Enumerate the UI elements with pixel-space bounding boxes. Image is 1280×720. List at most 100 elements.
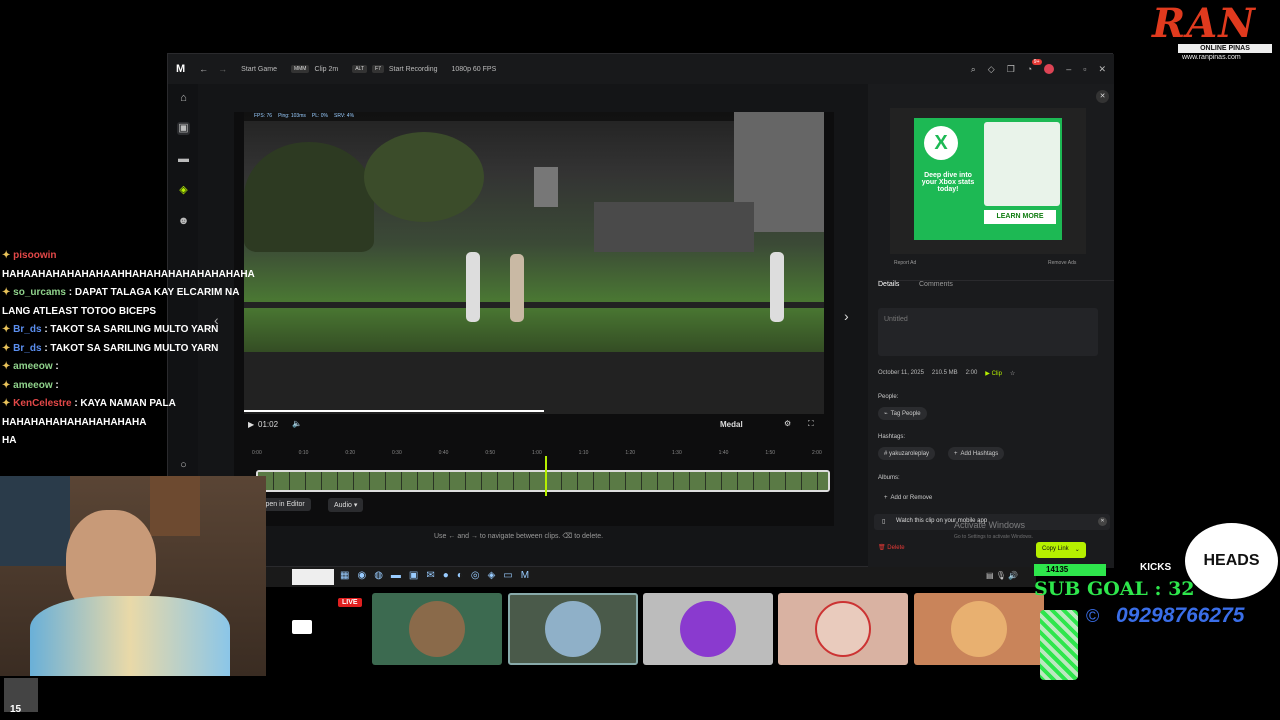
settings-icon[interactable]: ○ [177, 459, 190, 472]
chat-text: : DAPAT TALAGA KAY ELCARIM NA [68, 287, 240, 298]
clips-icon[interactable]: ▣ [177, 122, 190, 135]
add-hashtags-button[interactable]: + Add Hashtags [948, 447, 1005, 460]
clip-size: 210.5 MB [931, 370, 958, 376]
home-icon[interactable]: ⌂ [177, 92, 190, 105]
timeline-frame [354, 472, 370, 490]
start-game-button[interactable]: Start Game [241, 66, 277, 73]
thumbnail-avatar [951, 601, 1007, 657]
timeline-frame [450, 472, 466, 490]
volume-icon[interactable]: 🔈 [292, 419, 302, 428]
viewer-count: 15 [10, 704, 22, 715]
fullscreen-icon[interactable]: ⛶ [808, 419, 814, 429]
minimize-icon[interactable]: – [1066, 64, 1071, 74]
video-frame[interactable]: FPS: 76 Ping: 103ms PL: 0% SRV: 4% [244, 112, 824, 352]
timeline-frame [802, 472, 818, 490]
audio-button[interactable]: Audio ▾ [328, 498, 364, 512]
close-notice-icon[interactable]: ✕ [1098, 517, 1107, 526]
tab-comments[interactable]: Comments [919, 281, 953, 288]
ran-logo-url: www.ranpinas.com [1182, 54, 1241, 61]
timeline-frame [306, 472, 322, 490]
friends-icon[interactable]: ☻ [177, 215, 190, 228]
chat-badge-icon: ✦ [2, 361, 14, 372]
medal-brand: Medal [720, 420, 743, 429]
chat-message: LANG ATLEAST TOTOO BICEPS [2, 306, 156, 317]
gem-icon[interactable]: ◇ [988, 64, 995, 75]
thumbnail-2[interactable] [508, 593, 638, 665]
chat-text: : TAKOT SA SARILING MULTO YARN [44, 324, 219, 335]
terminal-icon[interactable]: ▭ [503, 570, 512, 581]
copy-link-button[interactable]: Copy Link ⌄ [1036, 542, 1086, 558]
ad-banner[interactable]: X Deep dive into your Xbox stats today! … [890, 108, 1086, 254]
people-label: People: [878, 394, 899, 400]
chat-message: HAHAAHAHAHAHAHAAHHAHAHAHAHAHAHAHAHA [2, 269, 255, 280]
playhead[interactable] [545, 456, 547, 496]
timeline-ticks: 0:00 0:10 0:20 0:30 0:40 0:50 1:00 1:10 1:20 1:30… [252, 450, 822, 458]
edge-icon[interactable]: ◍ [374, 570, 383, 581]
search-icon[interactable]: ⌕ [971, 64, 976, 75]
avatar[interactable] [1044, 64, 1055, 74]
browser-icon[interactable]: ◉ [357, 570, 366, 581]
notifications-icon[interactable]: ◔ 9+ [1027, 59, 1042, 74]
timeline-strip[interactable] [256, 470, 830, 492]
wall [594, 202, 754, 252]
thumbnail-avatar [680, 601, 736, 657]
steam-icon[interactable]: ◎ [471, 570, 480, 581]
notification-badge: 9+ [1031, 59, 1042, 65]
hud-ping: Ping: 103ms [278, 113, 306, 119]
timeline-frame [434, 472, 450, 490]
medal-taskbar-icon[interactable]: M [521, 570, 529, 581]
timeline-tick: 0:50 [485, 450, 496, 456]
title-field[interactable]: Untitled [878, 308, 1098, 356]
timeline[interactable]: 0:00 0:10 0:20 0:30 0:40 0:50 1:00 1:10 1:20 1:30… [244, 442, 830, 528]
add-remove-album-button[interactable]: + Add or Remove [878, 491, 938, 504]
clip-meta: October 11, 2025 210.5 MB 2:00 ▶ Clip ☆ [878, 370, 1015, 377]
chat-message: ✦ Br_ds : TAKOT SA SARILING MULTO YARN [2, 343, 218, 354]
forward-arrow-icon[interactable]: → [218, 64, 227, 74]
clip-button[interactable]: MMM Clip 2m [290, 65, 338, 73]
timeline-frame [386, 472, 402, 490]
close-ad-icon[interactable]: ✕ [1096, 90, 1109, 103]
explorer-icon[interactable]: ▬ [391, 570, 401, 581]
next-clip-icon[interactable]: › [844, 308, 849, 324]
library-icon[interactable]: ❐ [1007, 64, 1015, 75]
start-recording-button[interactable]: ALT F7 Start Recording [352, 65, 438, 73]
report-ad-link[interactable]: Report Ad [894, 260, 916, 266]
timeline-frame [562, 472, 578, 490]
learn-more-button[interactable]: LEARN MORE [984, 210, 1056, 224]
hud-fps: FPS: 76 [254, 113, 273, 119]
star-icon[interactable]: ☆ [1010, 370, 1015, 377]
task-view-icon[interactable]: ▦ [340, 570, 349, 581]
thumbnail-1[interactable] [372, 593, 502, 665]
store-icon[interactable]: ▣ [409, 570, 418, 581]
back-arrow-icon[interactable]: ← [199, 64, 208, 74]
chat-text: HA [2, 435, 17, 446]
tag-people-button[interactable]: ⌁ Tag People [878, 407, 927, 420]
mail-icon[interactable]: ✉ [426, 570, 434, 581]
live-badge: LIVE [338, 598, 362, 607]
chat-text: HAHAHAHAHAHAHAHAHAHA [2, 416, 147, 428]
timeline-tick: 0:20 [345, 450, 356, 456]
remove-ads-link[interactable]: Remove Ads [1048, 260, 1076, 266]
clip-hotkey: MMM [290, 65, 310, 73]
monitor-icon [292, 620, 312, 634]
delete-button[interactable]: 🗑 Delete [878, 544, 905, 551]
diamond-icon[interactable]: ◈ [177, 184, 190, 197]
folder-icon[interactable]: ▬ [177, 153, 190, 166]
thumbnail-5[interactable] [914, 593, 1044, 665]
thumbnail-3[interactable] [643, 593, 773, 665]
thumbnail-4[interactable] [778, 593, 908, 665]
maximize-icon[interactable]: ▫ [1083, 64, 1086, 74]
recording-label: Start Recording [388, 65, 438, 73]
hashtag-pill[interactable]: # yakuzaroleplay [878, 447, 936, 460]
settings-gear-icon[interactable]: ⚙ [784, 419, 791, 428]
discord-icon[interactable]: ◈ [488, 570, 496, 581]
close-icon[interactable]: ✕ [1098, 64, 1106, 75]
app-red-icon[interactable]: ● [443, 570, 449, 581]
spotify-icon[interactable]: ◐ [457, 570, 463, 581]
taskbar: ▦ ◉ ◍ ▬ ▣ ✉ ● ◐ ◎ ◈ ▭ M ▤ 🎙 🔊 [266, 567, 1036, 587]
tab-details[interactable]: Details [878, 281, 899, 288]
clip-type: Clip [991, 371, 1002, 377]
quality-selector[interactable]: 1080p 60 FPS [452, 66, 497, 73]
chevron-down-icon[interactable]: ⌄ [1075, 546, 1080, 554]
details-panel: ✕ X Deep dive into your Xbox stats today… [868, 84, 1114, 568]
